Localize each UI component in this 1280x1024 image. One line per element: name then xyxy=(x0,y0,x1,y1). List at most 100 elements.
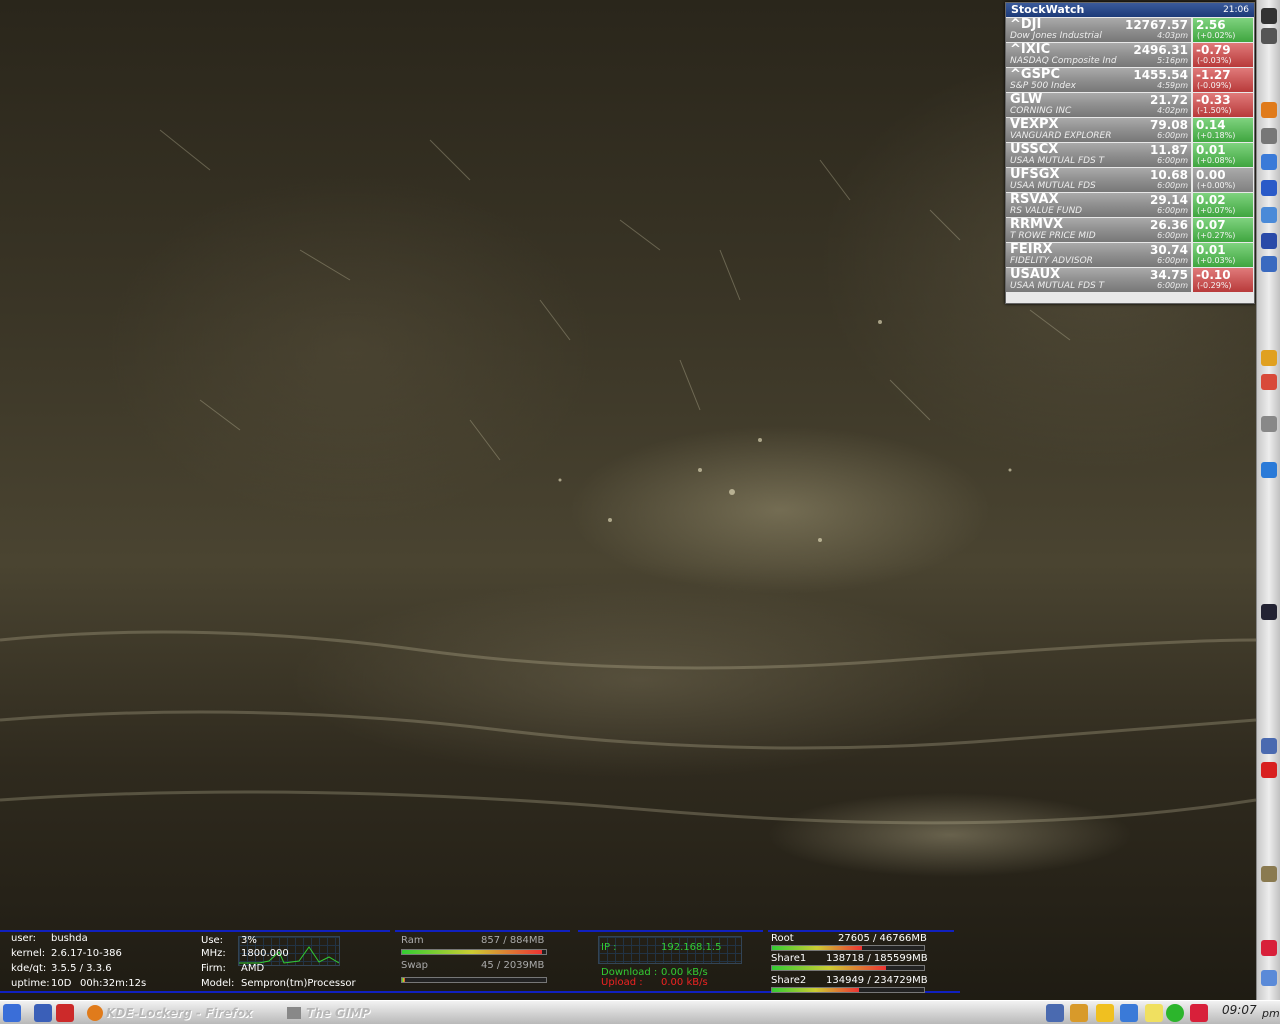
stock-change: -0.79 xyxy=(1196,43,1231,57)
stock-name: CORNING INC xyxy=(1010,106,1072,116)
stock-row[interactable]: FEIRX 30.74 FIDELITY ADVISOR 6:00pm 0.01 (+0.… xyxy=(1006,243,1254,267)
stock-percent: (+0.07%) xyxy=(1197,206,1236,215)
network-icon[interactable] xyxy=(1261,154,1277,170)
stock-symbol: RRMVX xyxy=(1010,217,1064,232)
battery-icon[interactable] xyxy=(1261,970,1277,986)
stock-percent: (-0.09%) xyxy=(1197,81,1232,90)
stock-percent: (-1.50%) xyxy=(1197,106,1232,115)
clock[interactable]: 09:07 xyxy=(1222,1003,1257,1017)
stock-name: USAA MUTUAL FDS xyxy=(1010,181,1096,191)
monitor-icon[interactable] xyxy=(1261,28,1277,44)
disk-root-bar xyxy=(771,945,925,951)
task-firefox-label: KDE-Lockerg - Firefox xyxy=(106,1006,253,1020)
ram-bar xyxy=(401,949,547,955)
task-firefox[interactable]: KDE-Lockerg - Firefox xyxy=(84,1003,274,1023)
stock-info: USAUX 34.75 USAA MUTUAL FDS T 6:00pm xyxy=(1006,268,1191,292)
ruby-tray-icon[interactable] xyxy=(1190,1004,1208,1022)
swap-label: Swap xyxy=(401,960,429,971)
taskbar: KDE-Lockerg - Firefox The GIMP 09:07 pm xyxy=(0,1000,1280,1024)
clock-ampm: pm xyxy=(1262,1007,1280,1020)
uptime-time: 00h:32m:12s xyxy=(80,978,147,989)
stock-change-box: 0.02 (+0.07%) xyxy=(1193,193,1253,217)
stock-info: ^GSPC 1455.54 S&P 500 Index 4:59pm xyxy=(1006,68,1191,92)
stock-change: 0.02 xyxy=(1196,193,1226,207)
bug-icon[interactable] xyxy=(1261,207,1277,223)
desktop-icon[interactable] xyxy=(1261,233,1277,249)
stock-symbol: UFSGX xyxy=(1010,167,1060,182)
stock-symbol: GLW xyxy=(1010,92,1043,107)
stock-percent: (+0.02%) xyxy=(1197,31,1236,40)
update-icon[interactable] xyxy=(1096,1004,1114,1022)
cpu-firm-value: AMD xyxy=(241,963,265,974)
firefox-icon[interactable] xyxy=(1261,102,1277,118)
stock-row[interactable]: USAUX 34.75 USAA MUTUAL FDS T 6:00pm -0.10 (-… xyxy=(1006,268,1254,292)
stock-symbol: ^IXIC xyxy=(1010,42,1051,57)
globe-icon[interactable] xyxy=(1261,180,1277,196)
disk-share1-usage: 138718 / 185599MB xyxy=(826,953,928,964)
right-icon-bar xyxy=(1256,0,1280,1000)
kmenu-icon[interactable] xyxy=(3,1004,21,1022)
stock-symbol: ^DJI xyxy=(1010,17,1042,32)
stock-row[interactable]: USSCX 11.87 USAA MUTUAL FDS T 6:00pm 0.01 (+0… xyxy=(1006,143,1254,167)
stock-change-box: -0.10 (-0.29%) xyxy=(1193,268,1253,292)
eye-icon[interactable] xyxy=(1261,416,1277,432)
logout-icon[interactable] xyxy=(56,1004,74,1022)
stock-time: 6:00pm xyxy=(1157,156,1188,165)
stock-row[interactable]: ^GSPC 1455.54 S&P 500 Index 4:59pm -1.27 (-0.… xyxy=(1006,68,1254,92)
stock-row[interactable]: ^DJI 12767.57 Dow Jones Industrial 4:03pm 2.… xyxy=(1006,18,1254,42)
computer-icon[interactable] xyxy=(1261,738,1277,754)
disk-share2-bar-fill xyxy=(772,988,859,992)
network-tray-icon[interactable] xyxy=(1120,1004,1138,1022)
terminal-icon[interactable] xyxy=(1261,8,1277,24)
stockwatch-titlebar[interactable]: StockWatch 21:06 xyxy=(1006,3,1254,17)
kernel-label: kernel: xyxy=(11,948,46,959)
uptime-label: uptime: xyxy=(11,978,50,989)
stock-info: RRMVX 26.36 T ROWE PRICE MID 6:00pm xyxy=(1006,218,1191,242)
klipper-icon[interactable] xyxy=(1070,1004,1088,1022)
stock-row[interactable]: GLW 21.72 CORNING INC 4:02pm -0.33 (-1.50%) xyxy=(1006,93,1254,117)
chrome-icon[interactable] xyxy=(1261,350,1277,366)
stock-row[interactable]: ^IXIC 2496.31 NASDAQ Composite Ind 5:16pm -0… xyxy=(1006,43,1254,67)
stock-name: VANGUARD EXPLORER xyxy=(1010,131,1112,141)
stock-row[interactable]: VEXPX 79.08 VANGUARD EXPLORER 6:00pm 0.14 (+0… xyxy=(1006,118,1254,142)
stockwatch-widget[interactable]: StockWatch 21:06 ^DJI 12767.57 Dow Jones I… xyxy=(1005,2,1255,304)
stock-name: NASDAQ Composite Ind xyxy=(1010,56,1117,66)
disk-root-name: Root xyxy=(771,933,794,944)
stock-price: 1455.54 xyxy=(1133,68,1188,82)
stock-percent: (+0.00%) xyxy=(1197,181,1236,190)
stock-row[interactable]: RRMVX 26.36 T ROWE PRICE MID 6:00pm 0.07 (+0.… xyxy=(1006,218,1254,242)
upload-label: Upload : xyxy=(601,977,643,988)
stock-info: FEIRX 30.74 FIDELITY ADVISOR 6:00pm xyxy=(1006,243,1191,267)
stock-name: T ROWE PRICE MID xyxy=(1010,231,1096,241)
compass-icon[interactable] xyxy=(1261,256,1277,272)
stock-info: RSVAX 29.14 RS VALUE FUND 6:00pm xyxy=(1006,193,1191,217)
stock-change: 0.14 xyxy=(1196,118,1226,132)
ram-label: Ram xyxy=(401,935,424,946)
photo-icon[interactable] xyxy=(1261,866,1277,882)
close-icon[interactable] xyxy=(1261,762,1277,778)
volume-icon[interactable] xyxy=(1046,1004,1064,1022)
swap-bar-fill xyxy=(402,978,405,982)
kde-label: kde/qt: xyxy=(11,963,47,974)
divider xyxy=(0,930,190,932)
stock-price: 2496.31 xyxy=(1133,43,1188,57)
green-orb-icon[interactable] xyxy=(1166,1004,1184,1022)
task-gimp[interactable]: The GIMP xyxy=(284,1003,424,1023)
stock-row[interactable]: RSVAX 29.14 RS VALUE FUND 6:00pm 0.02 (+0.07%… xyxy=(1006,193,1254,217)
ruby-icon[interactable] xyxy=(1261,940,1277,956)
stock-price: 10.68 xyxy=(1150,168,1188,182)
picasa-icon[interactable] xyxy=(1261,374,1277,390)
stock-time: 6:00pm xyxy=(1157,281,1188,290)
stock-row[interactable]: UFSGX 10.68 USAA MUTUAL FDS 6:00pm 0.00 (+0.0… xyxy=(1006,168,1254,192)
notes-icon[interactable] xyxy=(1145,1004,1163,1022)
cpu-use-value: 3% xyxy=(241,935,257,946)
kernel-value: 2.6.17-10-386 xyxy=(51,948,122,959)
disk-root-usage: 27605 / 46766MB xyxy=(838,933,927,944)
drive-icon[interactable] xyxy=(1261,128,1277,144)
stock-time: 6:00pm xyxy=(1157,206,1188,215)
book-icon[interactable] xyxy=(1261,604,1277,620)
stock-change: 0.00 xyxy=(1196,168,1226,182)
task-gimp-label: The GIMP xyxy=(306,1006,371,1020)
lock-icon[interactable] xyxy=(34,1004,52,1022)
earth-icon[interactable] xyxy=(1261,462,1277,478)
